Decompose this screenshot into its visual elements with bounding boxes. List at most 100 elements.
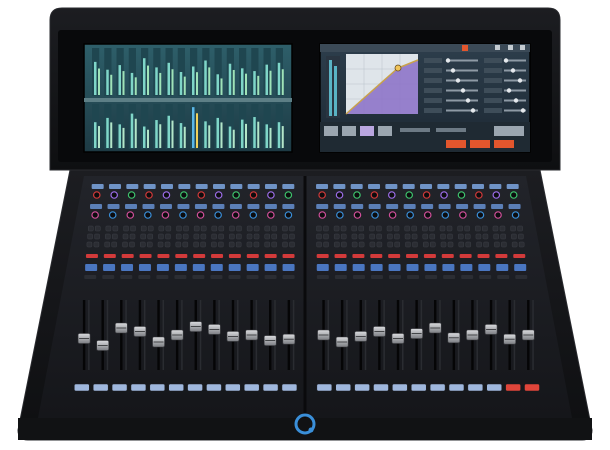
strip-key[interactable] (129, 241, 135, 248)
strip-key[interactable] (476, 241, 482, 248)
strip-key[interactable] (182, 233, 189, 240)
strip-key[interactable] (404, 225, 410, 232)
strip-key[interactable] (334, 241, 340, 248)
strip-key[interactable] (164, 241, 171, 248)
encoder-knob[interactable] (161, 211, 170, 219)
strip-key[interactable] (422, 225, 428, 232)
mute-key[interactable] (228, 254, 241, 258)
strip-key[interactable] (457, 225, 463, 232)
mute-key[interactable] (423, 254, 436, 258)
strip-key[interactable] (87, 225, 94, 232)
mute-key[interactable] (316, 254, 329, 258)
param-knob[interactable] (506, 88, 512, 93)
strip-key[interactable] (229, 233, 235, 240)
toolbar-red-button[interactable] (494, 140, 514, 148)
select-key[interactable] (187, 383, 203, 392)
toolbar-button[interactable] (360, 126, 374, 136)
strip-key[interactable] (394, 241, 400, 248)
encoder-knob[interactable] (196, 211, 205, 219)
strip-key[interactable] (422, 241, 429, 248)
encoder-knob[interactable] (353, 211, 362, 219)
mute-key[interactable] (139, 254, 152, 258)
select-key[interactable] (316, 383, 333, 392)
strip-key[interactable] (334, 275, 347, 279)
strip-key[interactable] (323, 225, 329, 232)
strip-key[interactable] (120, 275, 133, 279)
strip-key[interactable] (140, 233, 146, 240)
encoder-knob[interactable] (179, 211, 187, 219)
strip-key[interactable] (440, 241, 447, 248)
mute-key[interactable] (370, 254, 383, 258)
strip-key[interactable] (193, 233, 200, 240)
mute-key[interactable] (85, 254, 98, 258)
strip-key[interactable] (175, 241, 182, 248)
mute-key[interactable] (157, 254, 170, 258)
select-key[interactable] (392, 383, 408, 392)
strip-key[interactable] (112, 233, 118, 240)
strip-key[interactable] (200, 233, 207, 240)
strip-key[interactable] (94, 225, 101, 232)
strip-key[interactable] (369, 225, 375, 232)
param-knob[interactable] (513, 98, 519, 103)
mute-key[interactable] (459, 254, 472, 258)
select-key[interactable] (206, 383, 222, 392)
mute-key[interactable] (103, 254, 116, 258)
strip-key[interactable] (235, 241, 242, 248)
mute-key[interactable] (193, 254, 206, 258)
encoder-knob[interactable] (162, 191, 171, 199)
strip-key[interactable] (147, 233, 153, 240)
strip-key[interactable] (446, 225, 453, 232)
param-slider[interactable] (446, 99, 478, 102)
strip-key[interactable] (236, 225, 242, 232)
strip-key[interactable] (386, 225, 393, 232)
strip-key[interactable] (105, 233, 111, 240)
encoder-knob[interactable] (423, 211, 432, 219)
strip-key[interactable] (352, 275, 365, 279)
encoder-knob[interactable] (371, 211, 379, 219)
encoder-knob[interactable] (388, 211, 397, 219)
left-display[interactable] (83, 43, 293, 153)
encoder-knob[interactable] (406, 211, 414, 219)
encoder-knob[interactable] (336, 211, 344, 219)
select-key[interactable] (149, 383, 166, 392)
strip-key[interactable] (511, 241, 518, 248)
encoder-knob[interactable] (509, 191, 518, 199)
strip-key[interactable] (351, 225, 357, 232)
param-knob[interactable] (520, 108, 526, 113)
strip-key[interactable] (464, 233, 471, 240)
toolbar-red-button[interactable] (446, 140, 466, 148)
right-display[interactable] (319, 43, 531, 153)
strip-key[interactable] (387, 241, 393, 248)
strip-key[interactable] (376, 233, 382, 240)
strip-key[interactable] (111, 241, 117, 248)
strip-key[interactable] (389, 275, 401, 279)
strip-key[interactable] (104, 241, 110, 248)
select-key[interactable] (410, 383, 427, 392)
strip-key[interactable] (282, 225, 288, 232)
strip-key[interactable] (316, 233, 322, 240)
strip-key[interactable] (289, 225, 295, 232)
encoder-knob[interactable] (110, 191, 118, 199)
param-knob[interactable] (445, 58, 451, 63)
strip-key[interactable] (405, 241, 411, 248)
encoder-knob[interactable] (284, 211, 293, 219)
strip-key[interactable] (482, 225, 488, 232)
select-key[interactable] (262, 383, 279, 392)
encoder-knob[interactable] (92, 191, 101, 199)
strip-key[interactable] (192, 275, 205, 279)
strip-key[interactable] (333, 225, 340, 232)
mute-key[interactable] (406, 254, 419, 258)
mute-key[interactable] (264, 254, 277, 258)
strip-key[interactable] (422, 233, 429, 240)
strip-key[interactable] (282, 241, 288, 248)
encoder-knob[interactable] (126, 211, 135, 219)
select-key[interactable] (335, 383, 351, 392)
encoder-knob[interactable] (267, 211, 275, 219)
strip-key[interactable] (157, 241, 164, 248)
strip-key[interactable] (518, 233, 524, 240)
mute-key[interactable] (246, 254, 259, 258)
strip-key[interactable] (193, 241, 199, 248)
strip-key[interactable] (218, 241, 224, 248)
encoder-knob[interactable] (127, 191, 136, 199)
param-knob[interactable] (450, 68, 456, 73)
